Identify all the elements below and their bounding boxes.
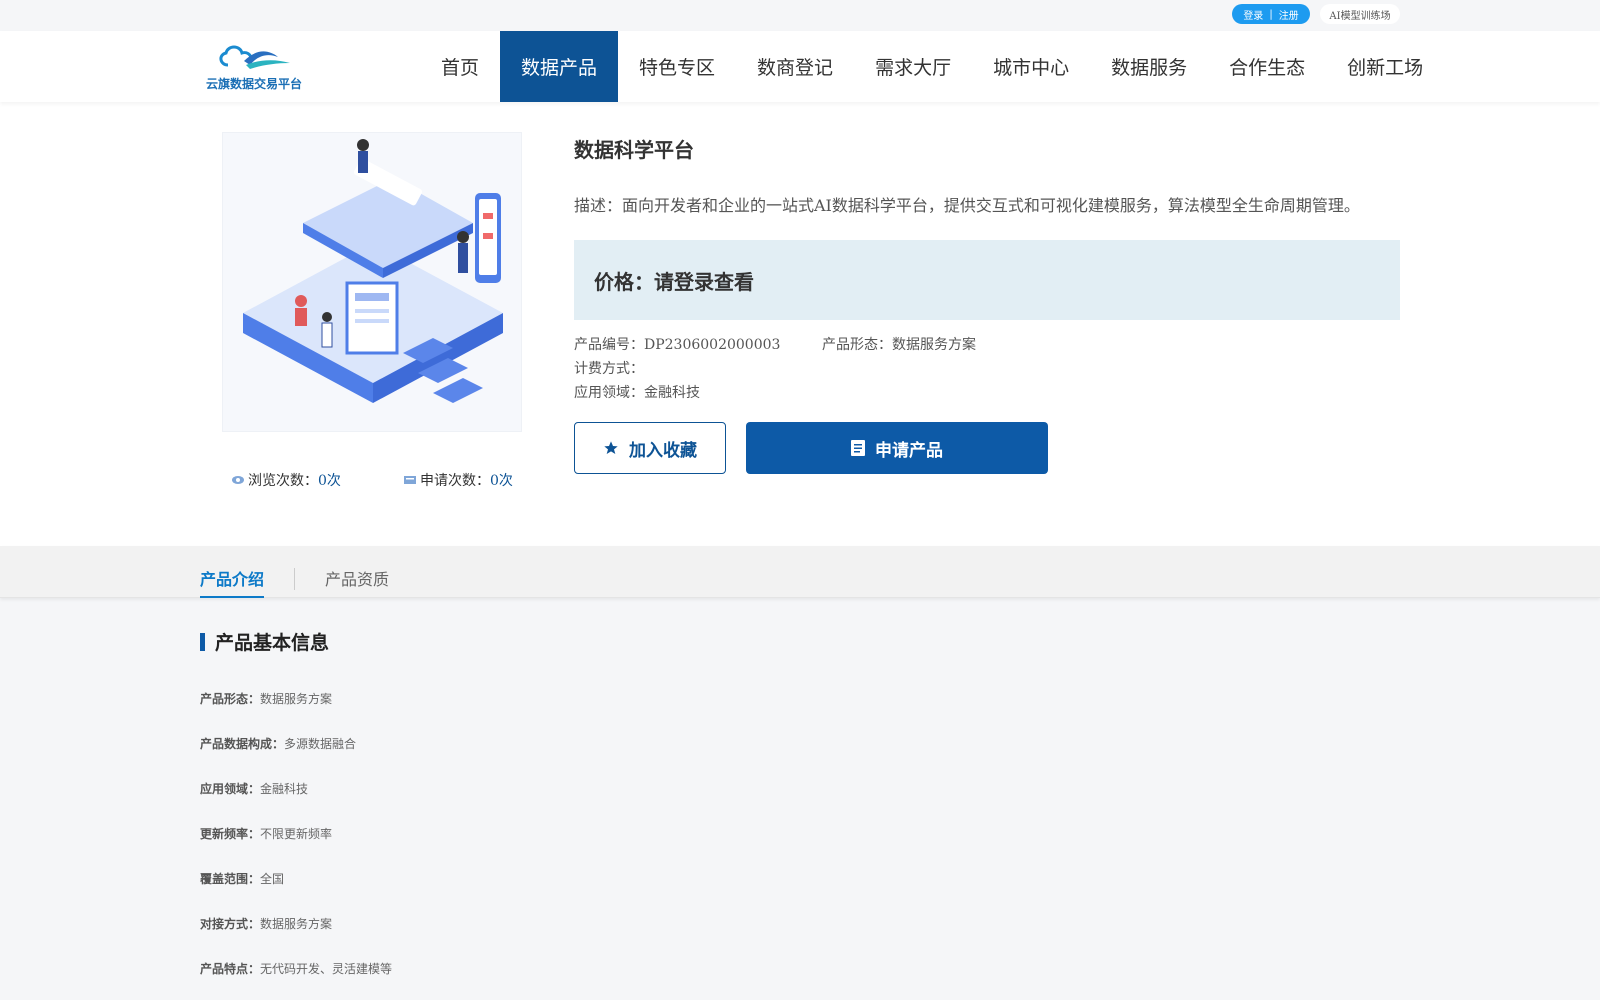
info-row-value: 全国 <box>260 872 285 886</box>
tab-product-qualification[interactable]: 产品资质 <box>325 566 389 596</box>
nav-item-8[interactable]: 创新工场 <box>1326 31 1444 102</box>
nav-item-6[interactable]: 数据服务 <box>1090 31 1208 102</box>
info-row: 对接方式：数据服务方案 <box>200 915 332 932</box>
price-box: 价格：请登录查看 <box>574 240 1400 320</box>
info-row-value: 无代码开发、灵活建模等 <box>260 962 393 976</box>
basic-info-title: 产品基本信息 <box>215 632 330 654</box>
register-link[interactable]: 注册 <box>1279 7 1299 22</box>
apply-product-button[interactable]: 申请产品 <box>746 422 1048 474</box>
view-count: 浏览次数： 0次 <box>232 470 341 490</box>
info-row-key: 更新频率： <box>200 827 261 841</box>
nav-item-5[interactable]: 城市中心 <box>972 31 1090 102</box>
info-row-key: 产品形态： <box>200 692 261 706</box>
info-row: 产品特点：无代码开发、灵活建模等 <box>200 960 392 977</box>
site-logo[interactable]: 云旗数据交易平台 <box>206 41 302 93</box>
info-row: 更新频率：不限更新频率 <box>200 825 332 842</box>
add-favorite-button[interactable]: 加入收藏 <box>574 422 726 474</box>
tab-product-intro[interactable]: 产品介绍 <box>200 566 265 598</box>
info-row: 覆盖范围：全国 <box>200 870 284 887</box>
info-row-value: 多源数据融合 <box>284 737 357 751</box>
application-domain: 应用领域：金融科技 <box>574 382 700 402</box>
billing-method-label: 计费方式： <box>574 361 644 377</box>
info-row-value: 数据服务方案 <box>260 692 333 706</box>
logo-text: 云旗数据交易平台 <box>206 77 303 91</box>
apply-count-label: 申请次数： <box>420 473 490 489</box>
info-row-value: 不限更新频率 <box>260 827 333 841</box>
pill-separator: | <box>1269 8 1273 20</box>
nav-item-4[interactable]: 需求大厅 <box>854 31 972 102</box>
product-code-label: 产品编号： <box>574 337 644 353</box>
main-nav: 首页 数据产品 特色专区 数商登记 需求大厅 城市中心 数据服务 合作生态 创新工场 <box>420 31 1444 102</box>
product-form-label: 产品形态： <box>822 337 892 353</box>
application-domain-label: 应用领域： <box>574 385 644 401</box>
info-row-key: 产品数据构成： <box>200 737 285 751</box>
nav-item-2[interactable]: 特色专区 <box>618 31 736 102</box>
detail-tabs: 产品介绍 产品资质 <box>0 546 1600 598</box>
nav-item-0[interactable]: 首页 <box>420 31 500 102</box>
info-row: 产品数据构成：多源数据融合 <box>200 735 356 752</box>
info-row: 产品形态：数据服务方案 <box>200 690 332 707</box>
product-title: 数据科学平台 <box>574 138 694 162</box>
document-icon <box>851 440 865 456</box>
apply-count: 申请次数： 0次 <box>404 470 513 490</box>
apply-product-label: 申请产品 <box>875 440 943 461</box>
nav-item-3[interactable]: 数商登记 <box>736 31 854 102</box>
cloud-logo-icon <box>219 45 290 69</box>
info-row-value: 数据服务方案 <box>260 917 333 931</box>
basic-info-heading: 产品基本信息 <box>200 628 329 655</box>
info-row-key: 对接方式： <box>200 917 261 931</box>
main-header: 云旗数据交易平台 首页 数据产品 特色专区 数商登记 需求大厅 城市中心 数据服务 合作生态创… <box>0 31 1600 102</box>
view-count-value: 0次 <box>318 473 341 489</box>
nav-item-1[interactable]: 数据产品 <box>500 31 619 102</box>
application-domain-value: 金融科技 <box>644 385 700 401</box>
login-register-pill: 登录 | 注册 <box>1232 4 1310 24</box>
product-code: 产品编号：DP2306002000003 <box>574 334 780 354</box>
tab-divider <box>294 568 295 590</box>
info-row-key: 覆盖范围： <box>200 872 261 886</box>
info-row-key: 产品特点： <box>200 962 261 976</box>
login-link[interactable]: 登录 <box>1243 7 1263 22</box>
product-description: 描述：面向开发者和企业的一站式AI数据科学平台，提供交互式和可视化建模服务，算法… <box>574 196 1360 215</box>
product-form: 产品形态：数据服务方案 <box>822 334 976 354</box>
heading-accent-bar <box>200 632 205 651</box>
star-icon <box>604 441 618 454</box>
top-utility-bar: 登录 | 注册 AI模型训练场 <box>0 0 1600 31</box>
product-form-value: 数据服务方案 <box>892 337 976 353</box>
info-row: 应用领域：金融科技 <box>200 780 308 797</box>
billing-method: 计费方式： <box>574 358 644 378</box>
apply-count-icon <box>404 476 416 484</box>
info-row-key: 应用领域： <box>200 782 261 796</box>
view-count-label: 浏览次数： <box>248 473 318 489</box>
product-code-value: DP2306002000003 <box>644 337 781 353</box>
eye-icon <box>232 476 244 484</box>
nav-item-7[interactable]: 合作生态 <box>1208 31 1326 102</box>
apply-count-value: 0次 <box>490 473 513 489</box>
ai-training-link[interactable]: AI模型训练场 <box>1320 4 1400 24</box>
product-illustration <box>222 132 522 432</box>
add-favorite-label: 加入收藏 <box>629 440 697 461</box>
info-row-value: 金融科技 <box>260 782 309 796</box>
